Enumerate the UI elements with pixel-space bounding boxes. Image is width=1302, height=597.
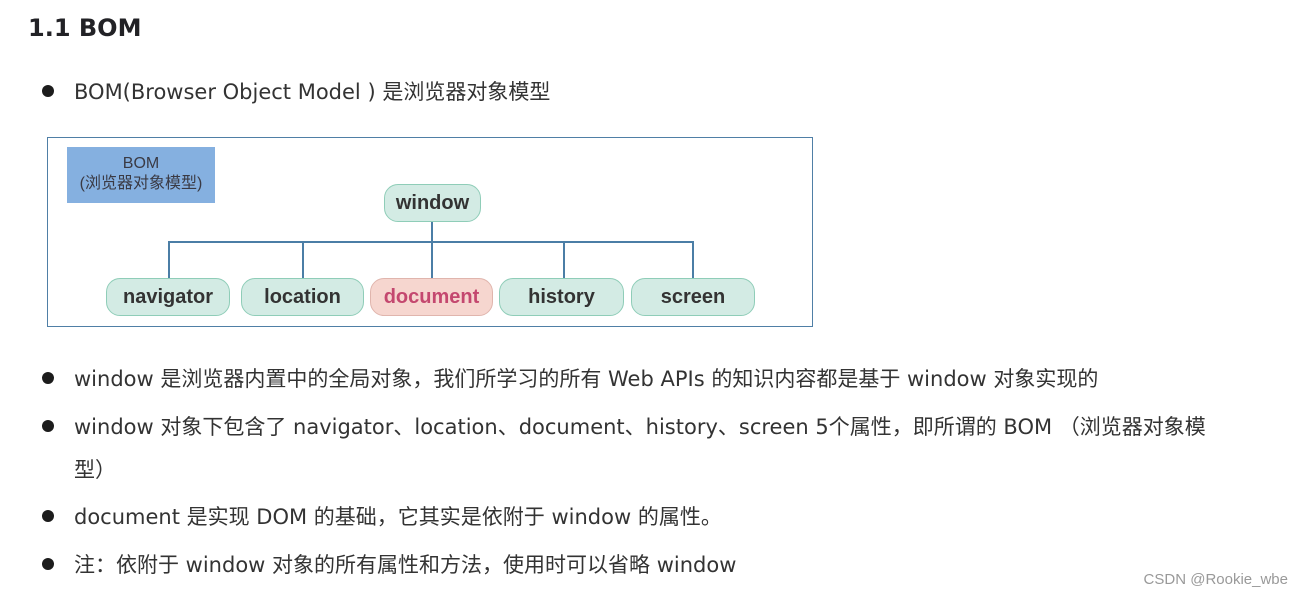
bullet-text: window 对象下包含了 navigator、location、documen…	[74, 415, 1206, 439]
bullet-text: document 是实现 DOM 的基础，它其实是依附于 window 的属性。	[74, 505, 722, 529]
bom-label-title: BOM	[122, 155, 160, 172]
connector-location	[302, 241, 304, 278]
connector-navigator	[168, 241, 170, 278]
connector-root-down	[431, 222, 433, 278]
bullet-dot-icon	[42, 420, 54, 432]
bom-label-subtitle: (浏览器对象模型)	[79, 175, 203, 192]
bullet-dot-icon	[42, 372, 54, 384]
watermark: CSDN @Rookie_wbe	[1143, 571, 1288, 588]
bom-diagram: BOM (浏览器对象模型) window navigator location …	[47, 137, 813, 327]
bullet-dot-icon	[42, 558, 54, 570]
bom-label-box: BOM (浏览器对象模型)	[67, 147, 215, 203]
connector-history	[563, 241, 565, 278]
connector-horizontal	[168, 241, 693, 243]
bullet-text: BOM(Browser Object Model ) 是浏览器对象模型	[74, 80, 551, 104]
section-heading: 1.1 BOM	[28, 14, 142, 42]
node-history: history	[499, 278, 624, 316]
node-navigator: navigator	[106, 278, 230, 316]
node-screen: screen	[631, 278, 755, 316]
node-location: location	[241, 278, 364, 316]
bullet-text: 注：依附于 window 对象的所有属性和方法，使用时可以省略 window	[74, 553, 737, 577]
bullet-dot-icon	[42, 510, 54, 522]
bullet-dot-icon	[42, 85, 54, 97]
bullet-continuation: 型）	[74, 458, 116, 482]
bullet-text: window 是浏览器内置中的全局对象，我们所学习的所有 Web APIs 的知…	[74, 367, 1099, 391]
node-window: window	[384, 184, 481, 222]
node-document: document	[370, 278, 493, 316]
connector-screen	[692, 241, 694, 278]
